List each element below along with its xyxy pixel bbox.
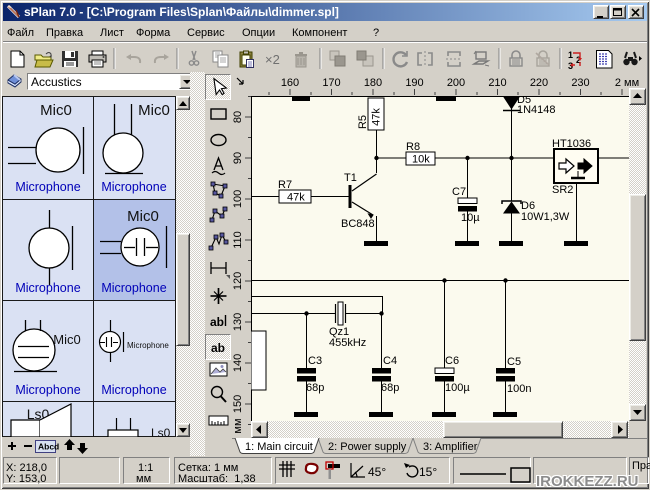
svg-text:1: 1: [568, 50, 573, 60]
svg-text:210: 210: [488, 77, 506, 89]
svg-text:BC848: BC848: [341, 218, 375, 230]
svg-text:130: 130: [232, 313, 244, 331]
svg-text:Mic0: Mic0: [40, 102, 72, 119]
svg-text:мм: мм: [232, 418, 244, 433]
svg-text:190: 190: [405, 77, 423, 89]
svg-text:1: Main circuit: 1: Main circuit: [245, 441, 313, 453]
svg-text:Mic0: Mic0: [53, 332, 80, 347]
svg-text:R8: R8: [406, 141, 420, 153]
svg-text:C7: C7: [452, 186, 466, 198]
svg-text:220: 220: [530, 77, 548, 89]
svg-text:Abcd: Abcd: [38, 442, 59, 452]
svg-text:2: Power supply: 2: Power supply: [328, 441, 407, 453]
svg-text:150: 150: [232, 395, 244, 413]
svg-text:100n: 100n: [507, 383, 531, 395]
svg-text:10W1,3W: 10W1,3W: [521, 211, 570, 223]
svg-text:180: 180: [364, 77, 382, 89]
svg-text:Microphone: Microphone: [15, 281, 80, 295]
svg-text:100µ: 100µ: [445, 382, 470, 394]
svg-text:120: 120: [232, 272, 244, 290]
svg-text:Mic0: Mic0: [127, 208, 159, 225]
svg-text:HT1036: HT1036: [552, 138, 591, 150]
svg-text:80: 80: [232, 111, 244, 123]
svg-text:Microphone: Microphone: [15, 383, 80, 397]
svg-text:ab: ab: [210, 315, 224, 329]
svg-text:10k: 10k: [412, 154, 430, 166]
svg-text:110: 110: [232, 231, 244, 249]
svg-text:C3: C3: [308, 355, 322, 367]
svg-text:1N4148: 1N4148: [517, 104, 556, 116]
svg-text:ab: ab: [211, 341, 225, 355]
svg-text:Mic0: Mic0: [138, 102, 170, 119]
svg-text:47k: 47k: [371, 108, 383, 126]
svg-text:T1: T1: [344, 172, 357, 184]
svg-text:C5: C5: [507, 356, 521, 368]
svg-text:Ls0: Ls0: [151, 426, 171, 437]
svg-text:160: 160: [281, 77, 299, 89]
svg-text:SR2: SR2: [552, 184, 573, 196]
svg-text:R7: R7: [278, 179, 292, 191]
svg-text:200: 200: [447, 77, 465, 89]
svg-text:Microphone: Microphone: [101, 383, 166, 397]
svg-text:230: 230: [571, 77, 589, 89]
svg-text:3: Amplifier: 3: Amplifier: [423, 441, 478, 453]
svg-text:455kHz: 455kHz: [329, 337, 366, 349]
svg-text:10µ: 10µ: [461, 212, 480, 224]
svg-text:45°: 45°: [368, 465, 386, 479]
svg-text:68p: 68p: [381, 382, 399, 394]
svg-text:140: 140: [232, 354, 244, 372]
svg-text:68p: 68p: [306, 382, 324, 394]
svg-text:Microphone: Microphone: [15, 180, 80, 194]
svg-text:R5: R5: [357, 115, 369, 129]
svg-text:Microphone: Microphone: [127, 341, 169, 350]
svg-text:90: 90: [232, 152, 244, 164]
svg-text:C6: C6: [445, 355, 459, 367]
svg-text:47k: 47k: [287, 192, 305, 204]
svg-text:Microphone: Microphone: [101, 180, 166, 194]
svg-text:C4: C4: [383, 355, 397, 367]
svg-text:15°: 15°: [419, 465, 437, 479]
svg-text:100: 100: [232, 190, 244, 208]
svg-text:Microphone: Microphone: [101, 281, 166, 295]
svg-text:×2: ×2: [265, 52, 280, 67]
svg-text:170: 170: [322, 77, 340, 89]
